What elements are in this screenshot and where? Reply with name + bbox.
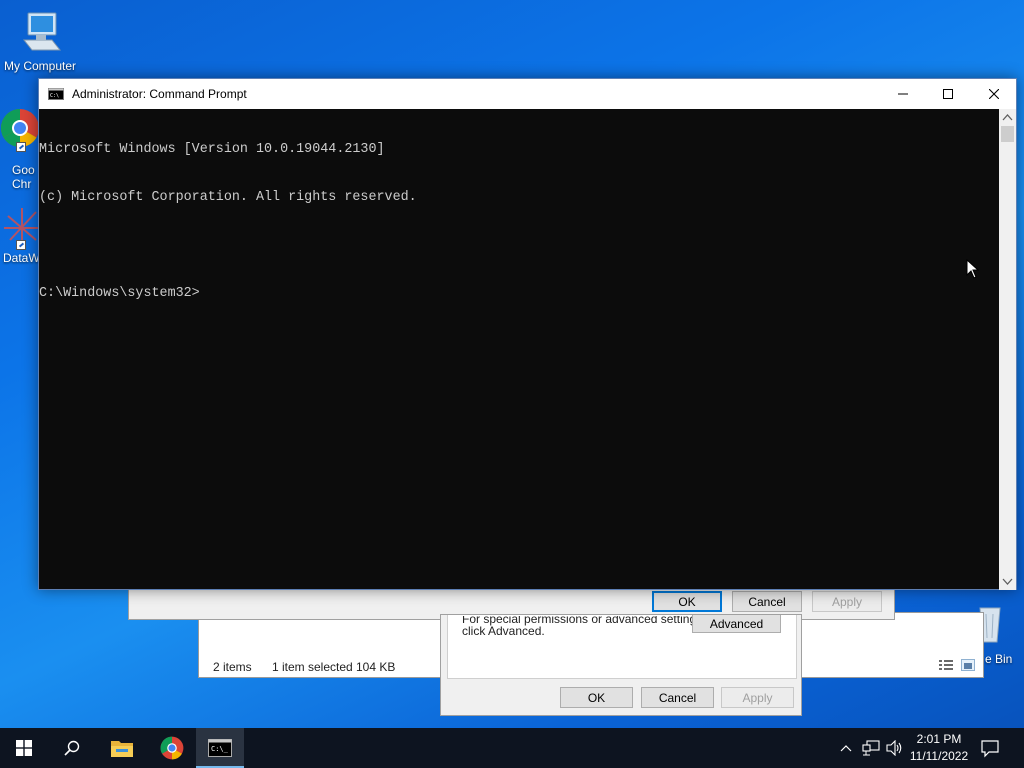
search-button[interactable] xyxy=(48,728,96,768)
status-item-count: 2 items xyxy=(213,660,252,674)
permissions-panel: For special permissions or advanced sett… xyxy=(447,615,797,679)
search-icon xyxy=(64,740,80,756)
notification-icon xyxy=(981,740,999,758)
cancel-button[interactable]: Cancel xyxy=(732,591,802,612)
svg-text:C:\_: C:\_ xyxy=(211,745,229,753)
desktop-icon-datawarrior[interactable]: DataW xyxy=(0,206,40,265)
desktop-icon-label: DataW xyxy=(3,251,40,265)
network-icon xyxy=(862,740,880,756)
security-dialog: For special permissions or advanced sett… xyxy=(440,614,802,716)
maximize-icon xyxy=(943,89,953,99)
taskbar-file-explorer[interactable] xyxy=(98,728,146,768)
status-selected-size: 104 KB xyxy=(356,660,396,674)
windows-start-icon xyxy=(16,740,32,756)
shortcut-arrow-icon xyxy=(16,142,26,152)
ok-button[interactable]: OK xyxy=(652,591,722,612)
scroll-up-icon[interactable] xyxy=(999,109,1016,126)
maximize-button[interactable] xyxy=(925,79,971,109)
large-icons-view-icon[interactable] xyxy=(961,659,975,671)
minimize-icon xyxy=(898,93,908,95)
console-output[interactable]: Microsoft Windows [Version 10.0.19044.21… xyxy=(39,109,1000,590)
close-button[interactable] xyxy=(971,79,1017,109)
apply-button: Apply xyxy=(812,591,882,612)
command-prompt-icon: C:\_ xyxy=(208,739,232,757)
desktop-icon-label: My Computer xyxy=(3,59,77,73)
volume-icon xyxy=(886,739,902,757)
console-prompt-line: C:\Windows\system32> xyxy=(39,286,200,301)
action-center-button[interactable] xyxy=(980,738,1000,758)
status-selected-count: 1 item selected xyxy=(272,660,353,674)
desktop-icon-recycle-bin[interactable]: e Bin xyxy=(978,604,1024,668)
desktop-icon-my-computer[interactable]: My Computer xyxy=(0,10,80,73)
console-line: Microsoft Windows [Version 10.0.19044.21… xyxy=(39,142,385,157)
file-explorer-icon xyxy=(111,741,133,757)
mouse-cursor-icon xyxy=(966,259,980,279)
console-line: (c) Microsoft Corporation. All rights re… xyxy=(39,190,417,205)
shortcut-arrow-icon xyxy=(16,240,26,250)
title-bar[interactable]: C:\ Administrator: Command Prompt xyxy=(39,79,1016,109)
volume-button[interactable] xyxy=(886,739,904,757)
vertical-scrollbar[interactable] xyxy=(999,109,1016,590)
apply-button: Apply xyxy=(721,687,794,708)
ok-button[interactable]: OK xyxy=(560,687,633,708)
taskbar-chrome[interactable] xyxy=(148,728,196,768)
window-title: Administrator: Command Prompt xyxy=(72,87,247,101)
minimize-button[interactable] xyxy=(880,79,926,109)
advanced-hint-line2: click Advanced. xyxy=(462,624,545,638)
cancel-button[interactable]: Cancel xyxy=(641,687,714,708)
clock-button[interactable]: 2:01 PM 11/11/2022 xyxy=(904,728,974,768)
taskbar-command-prompt[interactable]: C:\_ xyxy=(196,728,244,768)
advanced-button[interactable]: Advanced xyxy=(692,615,781,633)
taskbar: C:\_ 2:01 PM 11/11/2022 xyxy=(0,728,1024,768)
desktop-icon-label: e Bin xyxy=(985,652,1013,666)
svg-text:C:\: C:\ xyxy=(50,93,59,99)
scrollbar-thumb[interactable] xyxy=(1001,126,1014,142)
chevron-up-icon xyxy=(840,745,852,752)
close-icon xyxy=(989,89,999,99)
command-prompt-window[interactable]: C:\ Administrator: Command Prompt Micros… xyxy=(38,78,1017,590)
network-button[interactable] xyxy=(862,740,880,756)
clock-date: 11/11/2022 xyxy=(909,749,969,763)
clock-time: 2:01 PM xyxy=(916,732,962,746)
show-hidden-icons-button[interactable] xyxy=(838,740,854,756)
scroll-down-icon[interactable] xyxy=(999,573,1016,590)
computer-icon xyxy=(22,12,62,51)
details-view-icon[interactable] xyxy=(939,660,953,671)
start-button[interactable] xyxy=(0,728,48,768)
chrome-icon xyxy=(160,736,184,760)
command-prompt-icon: C:\ xyxy=(48,88,64,100)
